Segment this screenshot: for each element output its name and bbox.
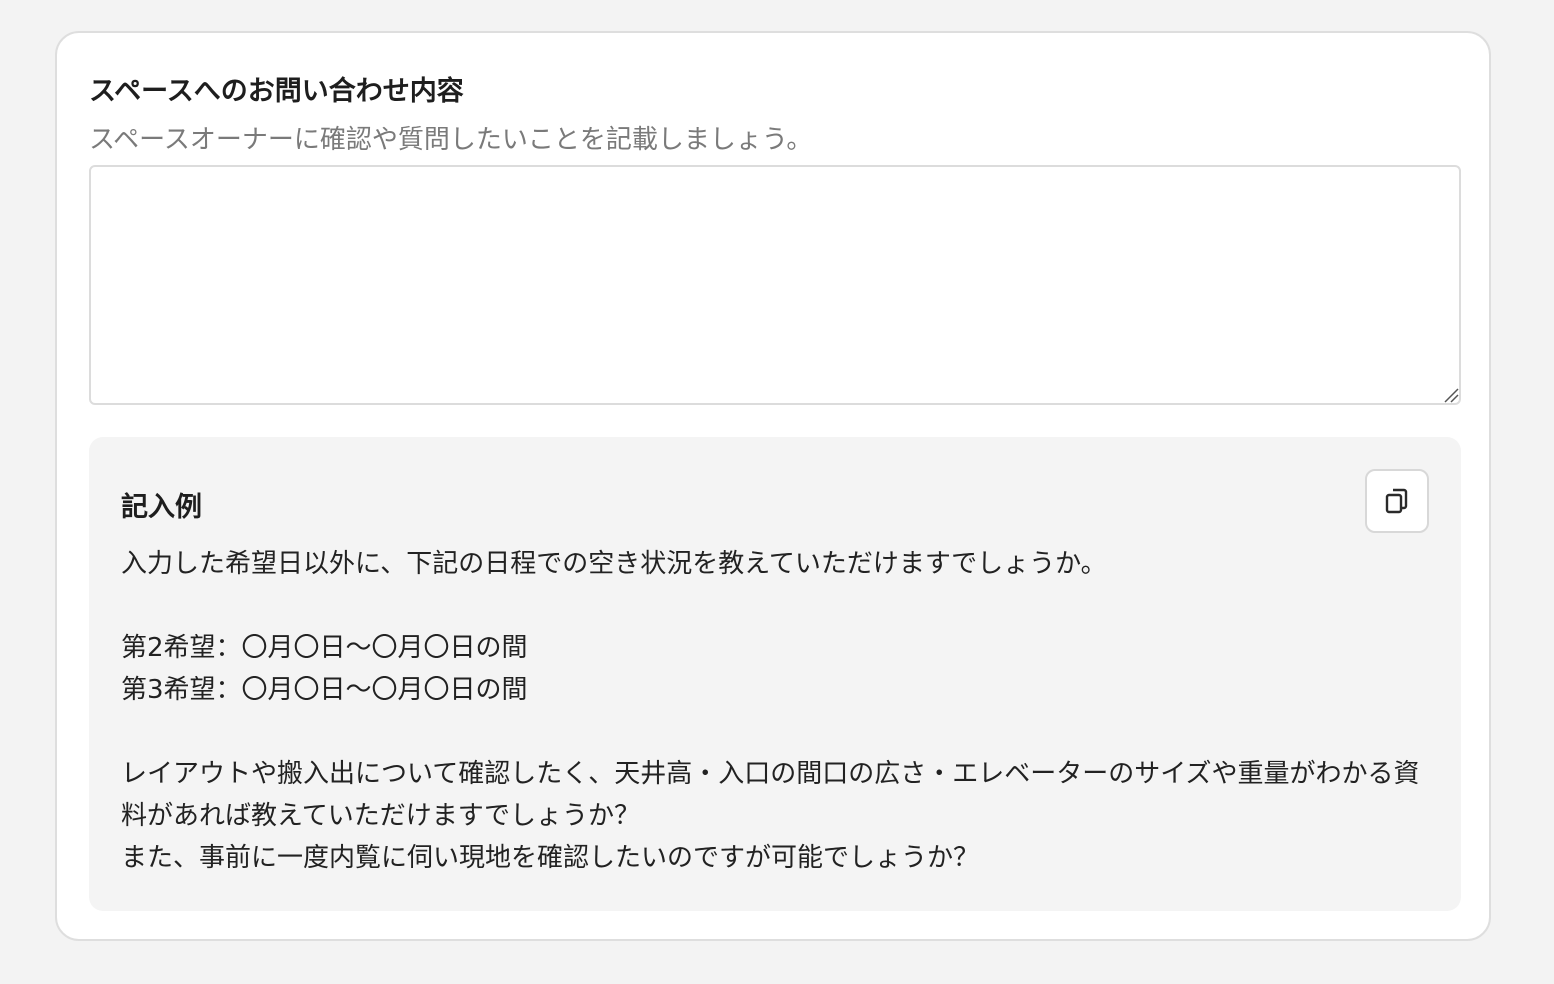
example-title: 記入例 [121,492,202,523]
copy-button[interactable] [1365,469,1429,533]
section-help-text: スペースオーナーに確認や質問したいことを記載しましょう。 [89,125,813,155]
resize-handle-icon[interactable] [1443,387,1459,403]
inquiry-card: スペースへのお問い合わせ内容 スペースオーナーに確認や質問したいことを記載しまし… [55,31,1491,941]
copy-icon [1385,488,1408,514]
example-text: 入力した希望日以外に、下記の日程での空き状況を教えていただけますでしょうか。 第… [121,549,1420,873]
section-title: スペースへのお問い合わせ内容 [89,76,464,107]
example-box: 記入例 入力した希望日以外に、下記の日程での空き状況を教えていただけますでしょう… [89,437,1461,911]
inquiry-textarea[interactable] [89,165,1461,405]
